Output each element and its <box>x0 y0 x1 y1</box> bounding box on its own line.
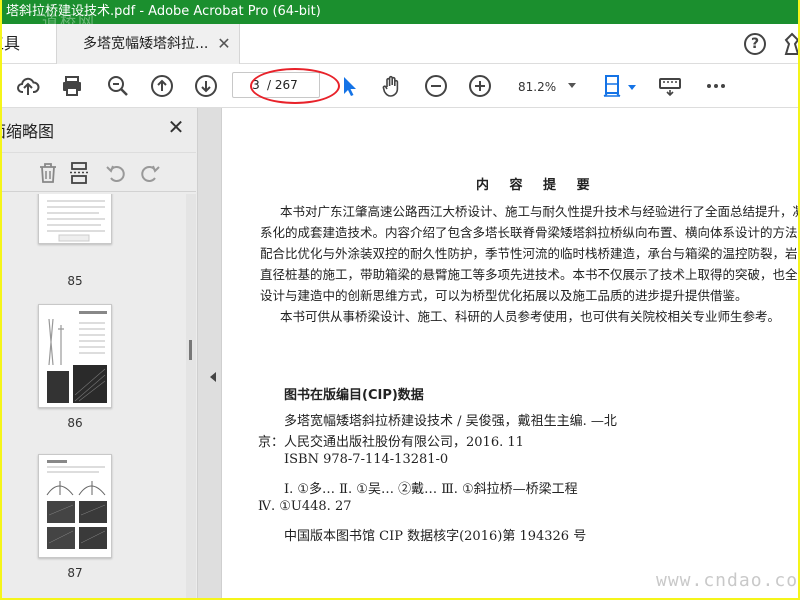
chevron-down-icon[interactable] <box>628 85 636 90</box>
abstract-line: 本书对广东江肇高速公路西江大桥设计、施工与耐久性提升技术与经验进行了全面总结提升… <box>280 204 798 219</box>
abstract-line: 本书可供从事桥梁设计、施工、科研的人员参考使用，也可供有关院校相关专业师生参考。 <box>280 309 781 324</box>
close-icon[interactable]: ✕ <box>216 36 232 52</box>
help-icon[interactable]: ? <box>744 33 766 55</box>
user-icon[interactable] <box>782 32 798 56</box>
tab-document-label: 多塔宽幅矮塔斜拉... <box>83 36 209 52</box>
keyboard-icon[interactable] <box>658 74 682 98</box>
rotate-left-icon[interactable] <box>104 161 128 185</box>
toolbar: 3 / 267 81.2% <box>2 64 798 108</box>
close-icon[interactable]: ✕ <box>166 116 186 138</box>
tab-bar: 工具 多塔宽幅矮塔斜拉... ✕ ? <box>2 24 798 64</box>
thumbnail-label: 86 <box>67 416 83 430</box>
site-watermark: www.cndao.com <box>656 570 798 591</box>
thumbnail-label: 87 <box>67 566 83 580</box>
title-bar: 塔斜拉桥建设技术.pdf - Adobe Acrobat Pro (64-bit… <box>2 0 798 24</box>
abstract-line: 设计与建造中的创新思维方式，可以为桥型优化拓展以及施工品质的进步提升提供借鉴。 <box>260 288 748 303</box>
tab-document[interactable]: 多塔宽幅矮塔斜拉... <box>56 24 240 64</box>
panel-title: 页面缩略图 <box>2 118 55 142</box>
zoom-out-search-icon[interactable] <box>106 74 130 98</box>
cip-line: 多塔宽幅矮塔斜拉桥建设技术 / 吴俊强，戴祖生主编. —北 <box>284 414 617 429</box>
rotate-right-icon[interactable] <box>138 161 162 185</box>
previous-page-icon[interactable] <box>150 74 174 98</box>
panel-splitter[interactable] <box>198 108 222 598</box>
window-title: 塔斜拉桥建设技术.pdf - Adobe Acrobat Pro (64-bit… <box>6 4 321 19</box>
trash-icon[interactable] <box>36 161 60 185</box>
next-page-icon[interactable] <box>194 74 218 98</box>
thumbnail-label: 85 <box>67 274 83 288</box>
cip-line: Ⅳ. ①U448. 27 <box>258 499 352 514</box>
acrobat-window: 塔斜拉桥建设技术.pdf - Adobe Acrobat Pro (64-bit… <box>2 0 798 598</box>
abstract-heading: 内 容 提 要 <box>476 178 598 193</box>
hand-tool-icon[interactable] <box>380 74 404 98</box>
page-thumbnail[interactable] <box>38 454 112 558</box>
abstract-line: 系化的成套建造技术。内容介绍了包含多塔长联脊骨梁矮塔斜拉桥纵向布置、横向体系设计… <box>260 225 798 240</box>
annotation-ellipse <box>250 68 340 104</box>
panel-title-text: 页面缩略图 <box>2 122 55 141</box>
zoom-level-value: 81.2% <box>518 80 557 94</box>
zoom-in-icon[interactable] <box>468 74 492 98</box>
cip-line: Ⅰ. ①多… Ⅱ. ①吴… ②戴… Ⅲ. ①斜拉桥—桥梁工程 <box>284 482 578 497</box>
collapse-panel-icon[interactable] <box>210 372 216 382</box>
thumbnail-scrollbar[interactable] <box>186 194 196 598</box>
chevron-down-icon[interactable] <box>568 83 576 88</box>
tab-tools-label: 工具 <box>2 34 21 53</box>
cip-line: 京：人民交通出版社股份有限公司，2016. 11 <box>258 435 524 450</box>
cloud-upload-icon[interactable] <box>16 74 40 98</box>
select-cursor-icon[interactable] <box>338 74 362 98</box>
insert-page-icon[interactable] <box>68 161 92 185</box>
page-thumbnail[interactable] <box>38 304 112 408</box>
page-thumbnail[interactable] <box>38 194 112 244</box>
abstract-line: 配合比优化与外涂装双控的耐久性防护，季节性河流的临时栈桥建造，承台与箱梁的温控防… <box>260 246 798 261</box>
zoom-out-icon[interactable] <box>424 74 448 98</box>
thumbnail-list: 85 86 87 <box>2 194 186 598</box>
panel-toolbar <box>2 152 196 192</box>
thumbnails-panel: 页面缩略图 ✕ <box>2 108 198 598</box>
print-icon[interactable] <box>60 74 84 98</box>
panel-resize-handle[interactable] <box>189 340 192 360</box>
abstract-line: 直径桩基的施工，带助箱梁的悬臂施工等多项先进技术。本书不仅展示了技术上取得的突破… <box>260 267 798 282</box>
more-options-icon[interactable] <box>704 74 728 98</box>
cip-line: 中国版本图书馆 CIP 数据核字(2016)第 194326 号 <box>284 529 587 544</box>
tab-tools[interactable]: 工具 <box>2 24 56 64</box>
page-fit-icon[interactable] <box>602 74 626 98</box>
document-view: 内 容 提 要 本书对广东江肇高速公路西江大桥设计、施工与耐久性提升技术与经验进… <box>222 108 798 598</box>
cip-line: ISBN 978-7-114-13281-0 <box>284 452 449 467</box>
cip-heading: 图书在版编目(CIP)数据 <box>284 388 424 403</box>
